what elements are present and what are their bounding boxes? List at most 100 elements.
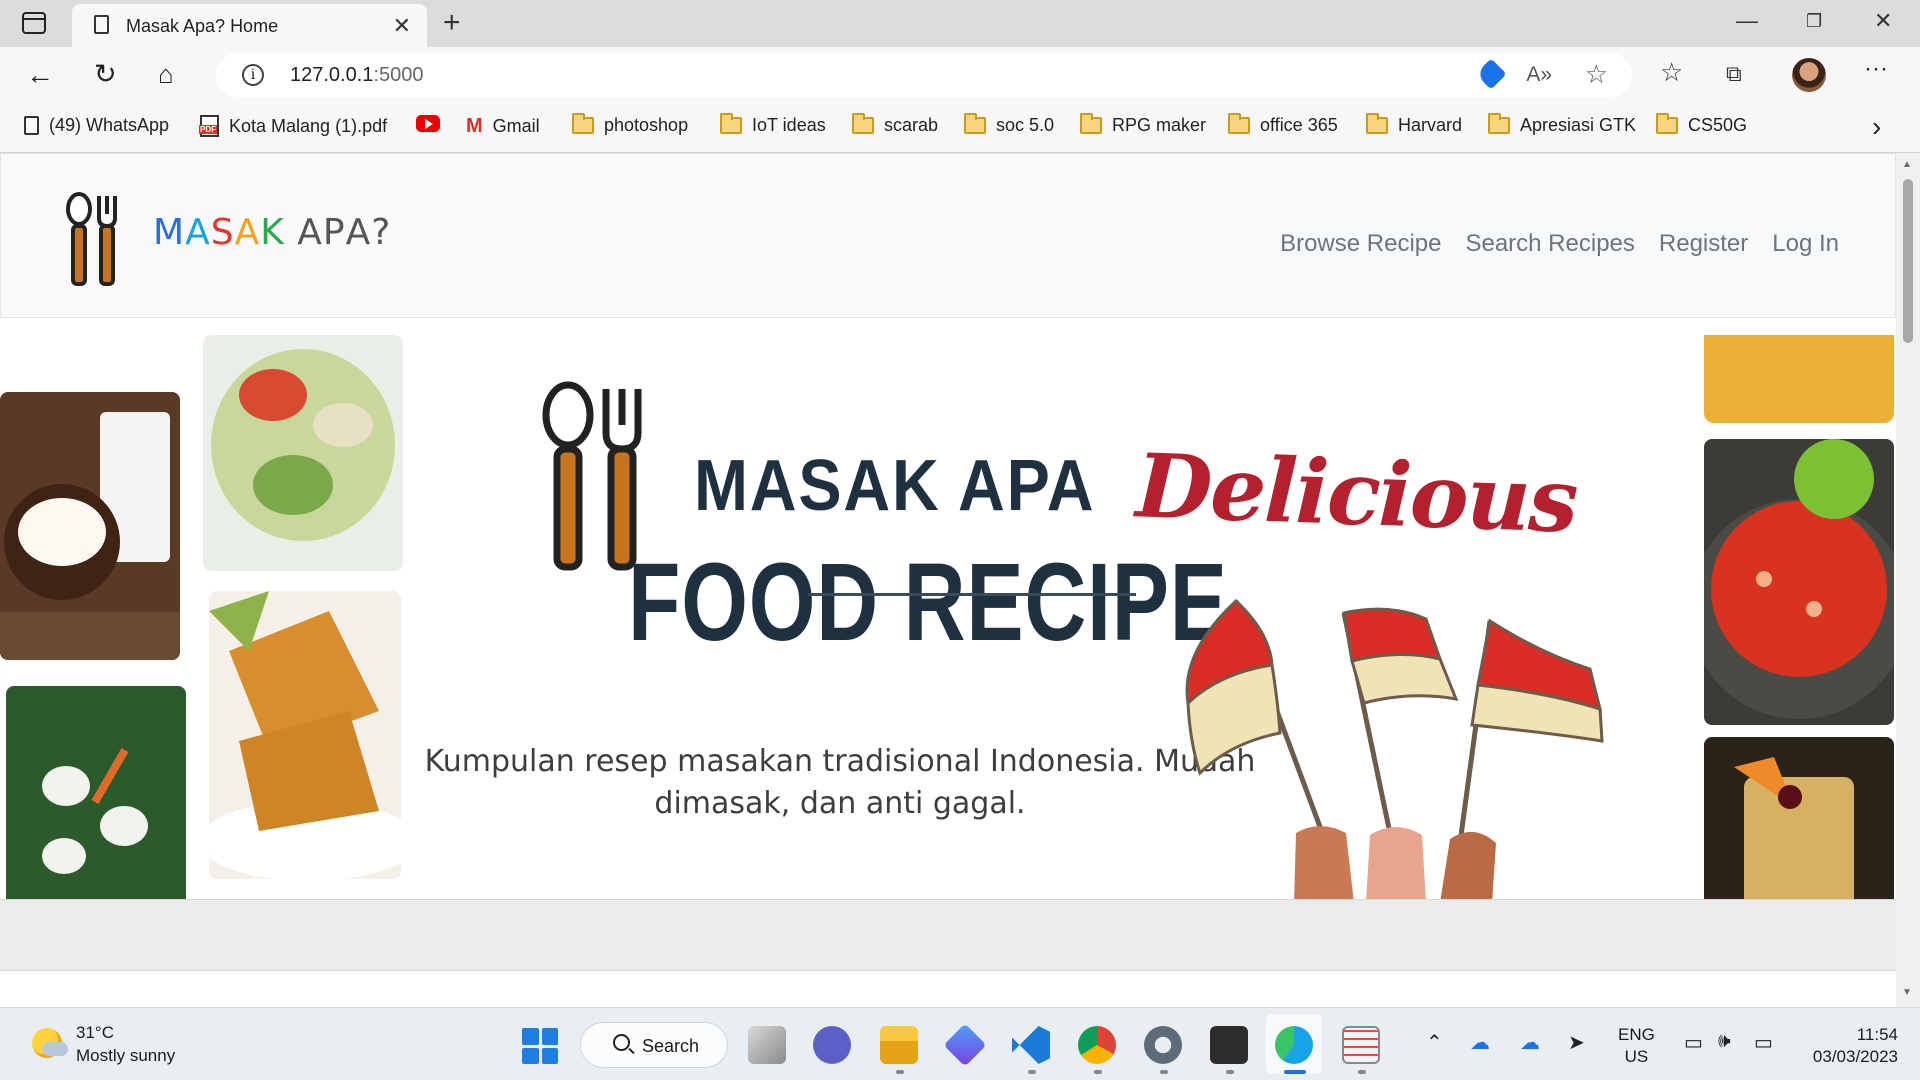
home-button[interactable]: ⌂ [158,59,174,90]
pdf-icon [199,115,219,137]
collections-icon[interactable]: ⧉ [1726,61,1742,87]
site-brand[interactable]: MASAK APA? [153,212,391,253]
brand-letter [285,212,297,253]
refresh-button[interactable]: ↻ [94,59,117,90]
scroll-down-icon[interactable]: ▼ [1902,987,1912,998]
snipping-tool-icon[interactable] [1342,1026,1380,1064]
coupon-tag-icon[interactable] [1475,58,1507,90]
scrollbar-thumb[interactable] [1903,179,1913,343]
task-view-icon[interactable] [748,1026,786,1064]
windows-taskbar: 31°C Mostly sunny Search ⌃ ☁ ☁ ➤ ENG US … [0,1007,1920,1080]
network-icon[interactable]: ▭ [1684,1030,1703,1055]
folder-icon [1228,113,1250,134]
more-options-icon[interactable]: ··· [1864,55,1888,83]
banner-script-word: Delicious [1134,433,1579,553]
nav-search-recipes[interactable]: Search Recipes [1465,230,1634,258]
bookmark-iot-ideas[interactable]: IoT ideas [720,113,826,136]
terminal-icon[interactable] [1210,1026,1248,1064]
youtube-icon [416,115,440,132]
bookmark-whatsapp[interactable]: (49) WhatsApp [24,115,169,136]
page-icon [24,116,39,135]
site-info-icon[interactable]: i [242,64,264,86]
nav-browse-recipe[interactable]: Browse Recipe [1280,230,1441,258]
battery-icon[interactable]: ▭ [1754,1030,1773,1055]
bookmark-office-365[interactable]: office 365 [1228,113,1338,136]
read-aloud-icon[interactable]: A» [1526,63,1552,87]
url-text[interactable]: 127.0.0.1:5000 [290,64,423,87]
teams-chat-icon[interactable] [813,1026,851,1064]
edge-browser-icon[interactable] [1275,1026,1313,1064]
start-button[interactable] [522,1028,558,1064]
minimize-button[interactable]: — [1736,8,1758,34]
volume-icon[interactable]: 🕪 [1718,1030,1731,1053]
weather-temperature[interactable]: 31°C [76,1023,114,1043]
brand-letter: ? [371,212,392,253]
bookmark-youtube[interactable] [416,115,440,132]
chrome-icon[interactable] [1078,1026,1116,1064]
settings-gear-icon[interactable] [1144,1026,1182,1064]
page-section-band [0,899,1896,971]
back-button[interactable]: ← [26,59,54,91]
folder-icon [1656,113,1678,134]
restore-button[interactable]: ❐ [1806,11,1822,32]
new-tab-button[interactable]: + [443,6,461,40]
close-window-button[interactable]: ✕ [1874,8,1892,34]
bookmarks-bar: (49) WhatsApp Kota Malang (1).pdf MGmail… [0,105,1920,153]
scroll-up-icon[interactable]: ▲ [1902,159,1912,170]
folder-icon [572,113,594,134]
bookmark-gmail[interactable]: M Gmail [466,115,540,138]
site-nav-links: Browse Recipe Search Recipes Register Lo… [1280,230,1839,258]
folder-icon [1080,113,1102,134]
nav-log-in[interactable]: Log In [1772,230,1839,258]
taskbar-search[interactable]: Search [580,1022,728,1068]
folder-icon [964,113,986,134]
brand-letter: K [260,212,285,253]
browser-tab-active[interactable]: Masak Apa? Home ✕ [72,4,427,47]
address-bar[interactable]: i 127.0.0.1:5000 A» ☆ [216,53,1632,97]
search-icon [613,1034,630,1051]
nav-register[interactable]: Register [1659,230,1748,258]
banner-tagline: Kumpulan resep masakan tradisional Indon… [424,744,1256,821]
location-icon[interactable]: ➤ [1568,1030,1585,1055]
system-clock[interactable]: 11:54 03/03/2023 [1813,1024,1898,1068]
file-explorer-icon[interactable] [880,1026,918,1064]
brand-letter: A [297,212,323,253]
power-automate-icon[interactable] [943,1023,987,1067]
brand-letter: A [185,212,211,253]
bookmark-rpg-maker[interactable]: RPG maker [1080,113,1206,136]
sambal-photo [1704,439,1894,725]
bookmark-cs50g[interactable]: CS50G [1656,113,1747,136]
chevron-up-icon[interactable]: ⌃ [1426,1030,1443,1055]
language-indicator[interactable]: ENG US [1618,1024,1655,1068]
brand-letter: M [153,212,186,253]
gmail-icon: M [466,115,483,137]
bookmark-scarab[interactable]: scarab [852,113,938,136]
vscode-icon[interactable] [1012,1026,1050,1064]
vegetables-photo [6,686,186,916]
weather-description[interactable]: Mostly sunny [76,1046,175,1066]
page-scrollbar[interactable]: ▲ ▼ [1896,153,1920,1007]
page-icon [94,15,109,34]
tempeh-photo [209,591,401,879]
tab-close-icon[interactable]: ✕ [393,13,411,39]
indonesian-flags-illustration [1185,598,1604,903]
bookmark-harvard[interactable]: Harvard [1366,113,1462,136]
drink-photo [1704,737,1894,907]
bookmark-kota-malang[interactable]: Kota Malang (1).pdf [199,115,387,137]
sidebar-toggle-icon[interactable] [22,12,46,34]
bookmark-apresiasi-gtk[interactable]: Apresiasi GTK [1488,113,1636,136]
banner-title-main: FOOD RECIPE [628,541,1228,664]
bookmark-soc[interactable]: soc 5.0 [964,113,1054,136]
bookmark-photoshop[interactable]: photoshop [572,113,688,136]
profile-avatar[interactable] [1792,58,1826,92]
onedrive-sync-icon[interactable]: ☁ [1520,1030,1540,1055]
utensils-logo-icon[interactable] [65,192,121,288]
hero-banner: MASAK APA FOOD RECIPE Delicious Kumpulan… [0,335,1896,916]
weather-sunny-icon[interactable] [32,1028,68,1058]
folder-icon [720,113,742,134]
favorites-icon[interactable]: ☆ [1660,57,1683,88]
brand-letter: P [322,212,346,253]
onedrive-cloud-icon[interactable]: ☁ [1470,1030,1490,1055]
chevron-right-icon[interactable]: › [1872,111,1881,143]
add-favorite-icon[interactable]: ☆ [1585,59,1608,90]
